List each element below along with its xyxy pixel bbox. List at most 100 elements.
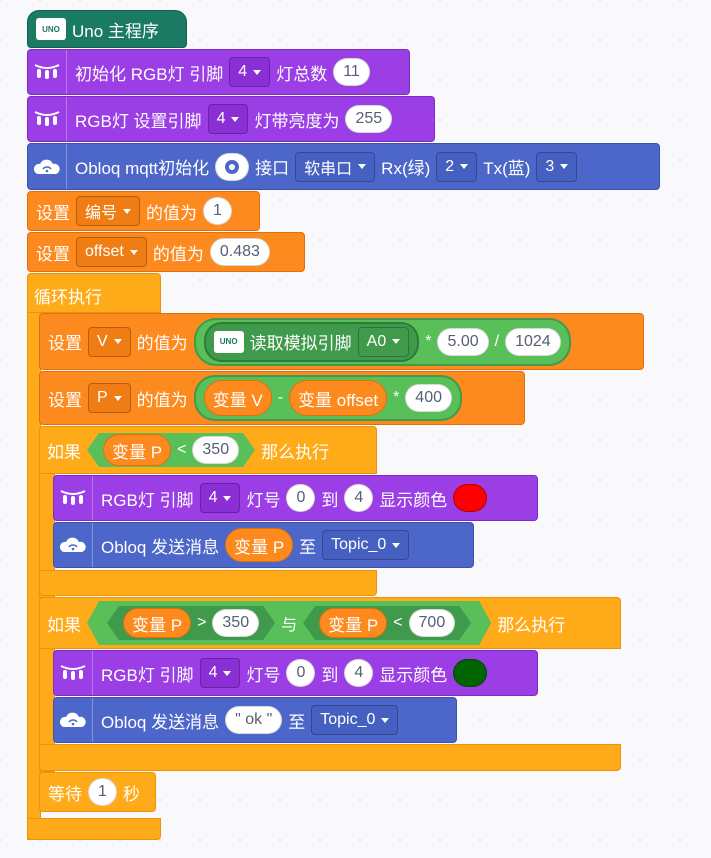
brightness-pin-dropdown[interactable]: 4	[207, 104, 249, 134]
greater-than-operator: >	[197, 614, 207, 631]
variable-dropdown[interactable]: 编号	[76, 196, 141, 226]
chevron-down-icon	[223, 495, 232, 501]
value-input[interactable]: 1	[203, 197, 232, 225]
chevron-down-icon	[460, 164, 469, 169]
set-p-block[interactable]: 设置 P 的值为 变量 V - 变量 offset * 400	[39, 371, 525, 425]
chevron-down-icon	[129, 249, 138, 255]
forever-loop-bottom	[27, 818, 161, 840]
set-label: 设置	[48, 390, 82, 410]
rgb-strip-icon	[28, 97, 67, 141]
init-rgb-label: 初始化 RGB灯 引脚	[75, 64, 224, 84]
rgb-pin-dropdown[interactable]: 4	[199, 483, 241, 513]
analog-pin-dropdown[interactable]: A0	[357, 326, 410, 357]
rgb-strip-icon	[54, 651, 93, 695]
value-input[interactable]: 0.483	[209, 238, 270, 266]
value-label: 的值为	[136, 390, 188, 410]
rgb-color-block-1[interactable]: RGB灯 引脚 4 灯号 0 到 4 显示颜色	[53, 475, 538, 521]
wifi-cloud-icon	[54, 523, 93, 567]
expression-reporter[interactable]: UNO 读取模拟引脚 A0 * 5.00 / 1024	[193, 317, 571, 366]
led-number-label: 灯号	[246, 665, 281, 685]
chevron-down-icon	[358, 164, 367, 169]
led-to-input[interactable]: 4	[344, 484, 374, 512]
rgb-brightness-label: RGB灯 设置引脚	[75, 111, 202, 131]
variable-dropdown[interactable]: offset	[76, 237, 147, 267]
variable-p-reporter[interactable]: 变量 P	[123, 608, 191, 638]
topic-dropdown[interactable]: Topic_0	[322, 530, 410, 560]
minus-operator: -	[277, 389, 284, 406]
led-from-input[interactable]: 0	[286, 659, 316, 687]
multiplier-input[interactable]: 5.00	[437, 327, 489, 356]
if-label: 如果	[47, 442, 81, 462]
obloq-init-block[interactable]: Obloq mqtt初始化 接口 软串口 Rx(绿) 2 Tx(蓝) 3	[27, 143, 660, 190]
if-block-1-header: 如果 变量 P < 350 那么执行	[39, 426, 329, 474]
color-picker-red[interactable]	[453, 484, 488, 512]
chevron-down-icon	[392, 339, 401, 344]
to-label: 到	[321, 665, 339, 685]
rx-dropdown[interactable]: 2	[436, 151, 478, 182]
gear-icon	[225, 159, 240, 174]
variable-dropdown[interactable]: P	[88, 383, 131, 413]
variable-p-reporter[interactable]: 变量 P	[319, 608, 387, 638]
wait-label: 等待	[48, 784, 82, 804]
variable-p-reporter[interactable]: 变量 P	[103, 434, 171, 466]
brightness-input[interactable]: 255	[345, 105, 393, 133]
multiplier-input[interactable]: 400	[405, 384, 452, 412]
then-label: 那么执行	[261, 442, 330, 462]
rgb-label: RGB灯 引脚	[101, 490, 194, 510]
chevron-down-icon	[113, 395, 122, 401]
expression-reporter[interactable]: 变量 V - 变量 offset * 400	[193, 375, 462, 421]
color-picker-green[interactable]	[453, 659, 488, 687]
wait-block[interactable]: 等待 1 秒	[39, 772, 156, 812]
read-analog-reporter[interactable]: UNO 读取模拟引脚 A0	[203, 321, 420, 362]
less-than-condition[interactable]: 变量 P < 350	[87, 433, 255, 467]
port-dropdown[interactable]: 软串口	[295, 151, 376, 182]
led-from-input[interactable]: 0	[286, 484, 316, 512]
led-to-input[interactable]: 4	[344, 659, 374, 687]
then-label: 那么执行	[497, 615, 566, 635]
uno-main-hat-block[interactable]: UNO Uno 主程序	[27, 10, 187, 48]
chevron-down-icon	[113, 339, 122, 344]
set-v-block[interactable]: 设置 V 的值为 UNO 读取模拟引脚 A0 * 5.00 / 1024	[39, 313, 644, 370]
variable-p-reporter[interactable]: 变量 P	[225, 528, 294, 562]
chevron-down-icon	[223, 670, 232, 676]
chevron-down-icon	[381, 717, 390, 723]
color-label: 显示颜色	[379, 665, 448, 685]
loop-label: 循环执行	[34, 288, 102, 307]
count-input[interactable]: 11	[333, 58, 370, 86]
set-number-block[interactable]: 设置 编号 的值为 1	[27, 191, 260, 231]
set-label: 设置	[36, 203, 70, 223]
greater-than-condition[interactable]: 变量 P > 350	[107, 606, 275, 640]
set-offset-block[interactable]: 设置 offset 的值为 0.483	[27, 232, 305, 272]
compare-value-input[interactable]: 350	[212, 609, 259, 637]
compare-value-input[interactable]: 350	[192, 436, 239, 464]
if-block-2-bottom	[39, 744, 621, 771]
init-rgb-pin-dropdown[interactable]: 4	[229, 57, 271, 87]
init-rgb-block[interactable]: 初始化 RGB灯 引脚 4 灯总数 11	[27, 49, 410, 95]
divisor-input[interactable]: 1024	[505, 327, 561, 356]
rx-label: Rx(绿)	[381, 159, 431, 178]
obloq-send-block-2[interactable]: Obloq 发送消息 " ok " 至 Topic_0	[53, 697, 457, 743]
obloq-init-label: Obloq mqtt初始化	[75, 159, 210, 178]
topic-dropdown[interactable]: Topic_0	[311, 705, 399, 735]
variable-dropdown[interactable]: V	[88, 326, 131, 357]
value-label: 的值为	[136, 334, 188, 353]
seconds-unit: 秒	[122, 784, 140, 804]
less-than-condition[interactable]: 变量 P < 700	[303, 606, 471, 640]
to-label: 至	[288, 712, 306, 732]
tx-label: Tx(蓝)	[483, 159, 531, 178]
and-operator: 与	[281, 617, 298, 634]
wait-seconds-input[interactable]: 1	[88, 778, 117, 806]
obloq-send-block-1[interactable]: Obloq 发送消息 变量 P 至 Topic_0	[53, 522, 474, 568]
compare-value-input[interactable]: 700	[409, 609, 456, 637]
settings-gear-button[interactable]	[215, 152, 250, 181]
rgb-pin-dropdown[interactable]: 4	[199, 658, 241, 688]
tx-dropdown[interactable]: 3	[536, 151, 578, 182]
variable-offset-reporter[interactable]: 变量 offset	[289, 380, 388, 416]
message-input[interactable]: " ok "	[225, 706, 283, 734]
and-condition[interactable]: 变量 P > 350 与 变量 P < 700	[87, 601, 491, 645]
rgb-color-block-2[interactable]: RGB灯 引脚 4 灯号 0 到 4 显示颜色	[53, 650, 538, 696]
count-label: 灯总数	[276, 64, 328, 84]
rgb-brightness-block[interactable]: RGB灯 设置引脚 4 灯带亮度为 255	[27, 96, 435, 142]
led-number-label: 灯号	[246, 490, 281, 510]
variable-v-reporter[interactable]: 变量 V	[203, 380, 272, 416]
